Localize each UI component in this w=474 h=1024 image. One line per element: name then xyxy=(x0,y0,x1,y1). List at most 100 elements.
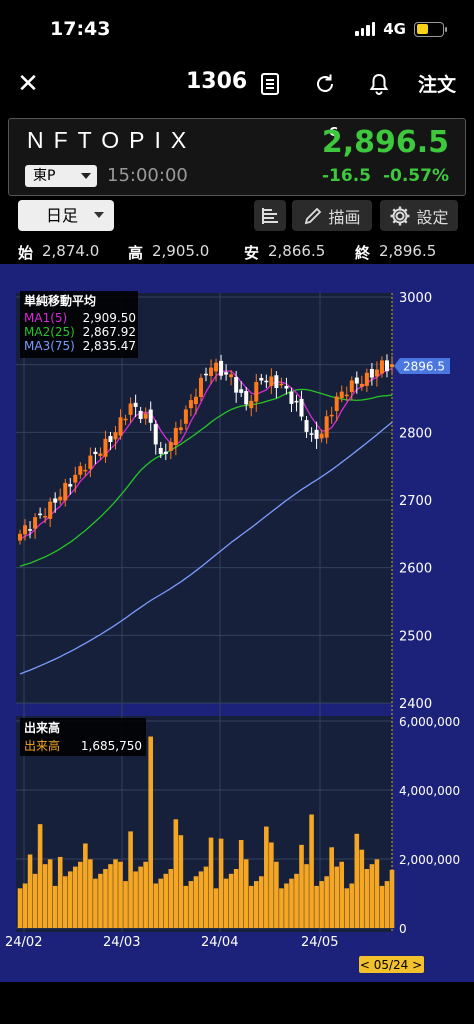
price-tick-label: 2700 xyxy=(399,494,432,509)
candle-body xyxy=(88,455,93,469)
stock-chart[interactable]: 30002900280027002600250024006,000,0004,0… xyxy=(0,264,474,982)
volume-bar xyxy=(374,859,380,928)
market-select-value: 東P xyxy=(33,168,56,184)
volume-bar xyxy=(113,859,118,928)
candle-body xyxy=(289,391,294,404)
candle-body xyxy=(123,418,128,421)
volume-bar xyxy=(213,888,219,928)
candle-body xyxy=(48,501,53,519)
candle-body xyxy=(204,373,208,376)
volume-bar xyxy=(384,881,390,928)
price-tick-label: 3000 xyxy=(399,291,432,306)
close-icon[interactable]: ✕ xyxy=(12,68,44,100)
candle-body xyxy=(18,533,22,541)
high-value: 2,905.0 xyxy=(152,242,210,260)
volume-bar xyxy=(198,871,204,928)
candle-body xyxy=(309,433,314,435)
volume-value: 1,685,750 xyxy=(81,739,142,753)
volume-bar xyxy=(354,833,360,928)
period-select[interactable]: 日足 xyxy=(18,200,114,231)
candle-body xyxy=(209,367,214,376)
candle-body xyxy=(319,433,324,439)
candle-body xyxy=(314,429,319,439)
chart-area[interactable]: 30002900280027002600250024006,000,0004,0… xyxy=(0,264,474,982)
volume-bar xyxy=(133,871,138,928)
volume-bar xyxy=(359,849,365,928)
volume-bar xyxy=(27,854,33,928)
volume-bar xyxy=(274,861,279,928)
document-icon[interactable] xyxy=(255,69,285,99)
bell-icon[interactable] xyxy=(364,69,394,99)
candle-body xyxy=(249,400,254,409)
open-value: 2,874.0 xyxy=(42,242,100,260)
date-cursor-label: < 05/24 > xyxy=(359,956,424,973)
price-tick-label: 2600 xyxy=(399,562,432,577)
indicator-button[interactable] xyxy=(254,200,286,231)
stock-name: NFTOPIX xyxy=(27,127,197,153)
order-button[interactable]: 注文 xyxy=(418,70,456,97)
volume-bar xyxy=(279,888,284,928)
candle-body xyxy=(349,380,354,393)
volume-bar xyxy=(233,869,239,928)
status-time: 17:43 xyxy=(50,18,111,40)
ma-legend-title: 単純移動平均 xyxy=(24,293,96,308)
ma3-value: 2,835.47 xyxy=(83,339,136,353)
candle-body xyxy=(73,474,78,483)
candle-body xyxy=(28,529,33,531)
candle-body xyxy=(118,417,123,436)
candle-body xyxy=(239,389,244,393)
bottom-area xyxy=(0,982,474,1024)
price-tag-label: 2896.5 xyxy=(403,360,445,374)
low-value: 2,866.5 xyxy=(268,242,326,260)
candle-body xyxy=(234,377,239,393)
price-tick-label: 2800 xyxy=(399,426,432,441)
candle-body xyxy=(178,427,183,431)
refresh-icon[interactable] xyxy=(310,69,340,99)
bar-list-icon xyxy=(262,207,278,224)
settings-button[interactable]: 設定 xyxy=(380,200,458,231)
volume-bar xyxy=(183,885,189,928)
volume-bar xyxy=(314,885,319,928)
volume-bar xyxy=(42,864,48,928)
volume-bar xyxy=(309,814,314,928)
candle-body xyxy=(198,377,203,397)
volume-bar xyxy=(83,843,88,928)
volume-bar xyxy=(294,873,299,928)
candle-body xyxy=(344,394,349,397)
price-tag: 2896.5 xyxy=(394,358,450,374)
volume-bar xyxy=(208,837,214,928)
volume-bar xyxy=(47,859,53,928)
volume-bar xyxy=(128,831,133,928)
volume-bar xyxy=(339,861,345,928)
volume-bar xyxy=(98,873,103,928)
volume-bar xyxy=(329,847,334,928)
stock-time: 15:00:00 xyxy=(107,165,188,186)
volume-bar xyxy=(369,864,375,928)
candle-body xyxy=(98,453,103,456)
volume-bar xyxy=(118,861,123,928)
candle-body xyxy=(374,369,379,377)
ma3-label: MA3(75) xyxy=(24,339,75,353)
battery-icon xyxy=(414,21,447,37)
date-tick-label: 24/03 xyxy=(103,935,140,950)
volume-bar xyxy=(253,881,259,928)
candle-body xyxy=(269,376,274,386)
candle-body xyxy=(304,420,309,432)
candle-body xyxy=(158,448,163,454)
candle-body xyxy=(53,498,58,503)
volume-bar xyxy=(17,888,23,928)
close-value: 2,896.5 xyxy=(379,242,437,260)
draw-button[interactable]: 描画 xyxy=(292,200,372,231)
signal-icon xyxy=(355,22,376,36)
candle-body xyxy=(173,427,178,446)
volume-bar xyxy=(108,864,113,928)
volume-bar xyxy=(248,885,254,928)
candle-body xyxy=(153,424,158,445)
market-select[interactable]: 東P xyxy=(25,165,97,187)
date-tick-label: 24/02 xyxy=(5,935,42,950)
volume-bar xyxy=(72,866,78,928)
volume-bar xyxy=(299,844,304,928)
volume-bar xyxy=(228,873,234,928)
candle-body xyxy=(38,513,43,516)
candle-body xyxy=(294,400,299,403)
